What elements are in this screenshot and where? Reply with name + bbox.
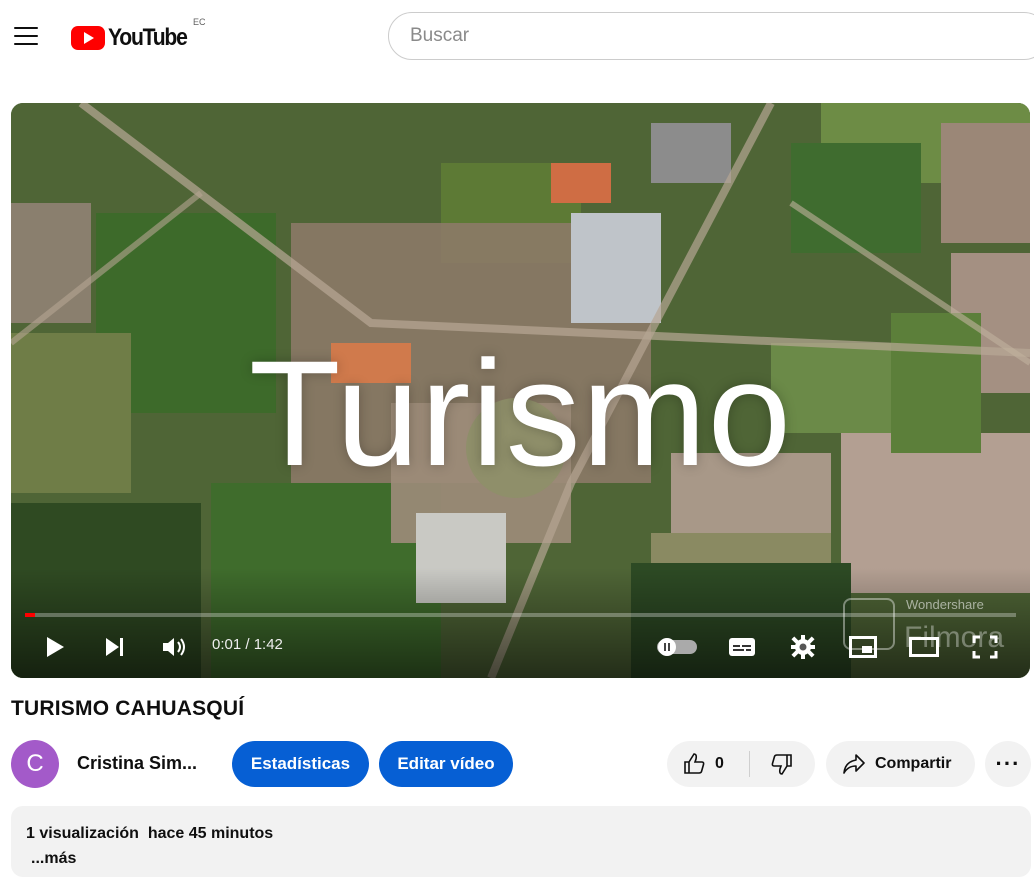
like-button[interactable]: 0 <box>667 741 749 787</box>
play-button[interactable] <box>41 630 69 664</box>
menu-icon[interactable] <box>14 27 38 45</box>
autoplay-toggle-icon <box>657 638 697 656</box>
time-display: 0:01 / 1:42 <box>212 636 283 653</box>
thumbs-up-icon <box>684 753 705 774</box>
like-dislike-group: 0 <box>667 741 815 787</box>
share-button[interactable]: Compartir <box>826 741 975 787</box>
miniplayer-icon <box>849 636 877 658</box>
video-title: TURISMO CAHUASQUÍ <box>11 697 245 720</box>
gear-icon <box>791 635 815 659</box>
more-icon: ··· <box>995 751 1021 776</box>
settings-button[interactable] <box>787 630 819 664</box>
logo-text: YouTube <box>108 24 188 51</box>
watermark-top: Wondershare <box>906 597 984 612</box>
youtube-play-icon <box>71 26 105 50</box>
view-count-and-date: 1 visualización hace 45 minutos <box>26 825 274 842</box>
edit-video-button[interactable]: Editar vídeo <box>379 741 513 787</box>
country-code: EC <box>193 17 206 27</box>
play-icon <box>47 637 64 657</box>
description-box[interactable]: 1 visualización hace 45 minutos ...más <box>11 806 1031 877</box>
volume-icon <box>163 638 185 656</box>
video-overlay-title: Turismo <box>248 329 793 497</box>
video-player[interactable]: Turismo Wondershare Filmora 0:01 / 1:42 <box>11 103 1030 678</box>
progress-fill <box>25 613 35 617</box>
share-label: Compartir <box>875 755 952 772</box>
miniplayer-button[interactable] <box>847 630 879 664</box>
autoplay-toggle[interactable] <box>654 630 700 664</box>
subtitles-icon <box>729 638 755 656</box>
progress-bar[interactable] <box>25 613 1016 617</box>
youtube-logo[interactable]: YouTube <box>71 24 197 51</box>
next-icon <box>106 638 123 656</box>
dislike-button[interactable] <box>749 741 815 787</box>
subtitles-button[interactable] <box>726 630 758 664</box>
channel-name[interactable]: Cristina Sim... <box>77 753 197 774</box>
show-more-link[interactable]: ...más <box>31 850 76 868</box>
more-actions-button[interactable]: ··· <box>985 741 1031 787</box>
stats-button[interactable]: Estadísticas <box>232 741 369 787</box>
theater-icon <box>909 637 939 657</box>
fullscreen-button[interactable] <box>969 630 1001 664</box>
thumbs-down-icon <box>771 754 792 775</box>
fullscreen-icon <box>972 635 998 659</box>
volume-button[interactable] <box>159 630 189 664</box>
search-input[interactable] <box>388 12 1034 60</box>
like-count: 0 <box>715 755 724 772</box>
theater-mode-button[interactable] <box>908 630 940 664</box>
next-button[interactable] <box>101 630 129 664</box>
avatar[interactable]: C <box>11 740 59 788</box>
share-icon <box>843 754 865 774</box>
